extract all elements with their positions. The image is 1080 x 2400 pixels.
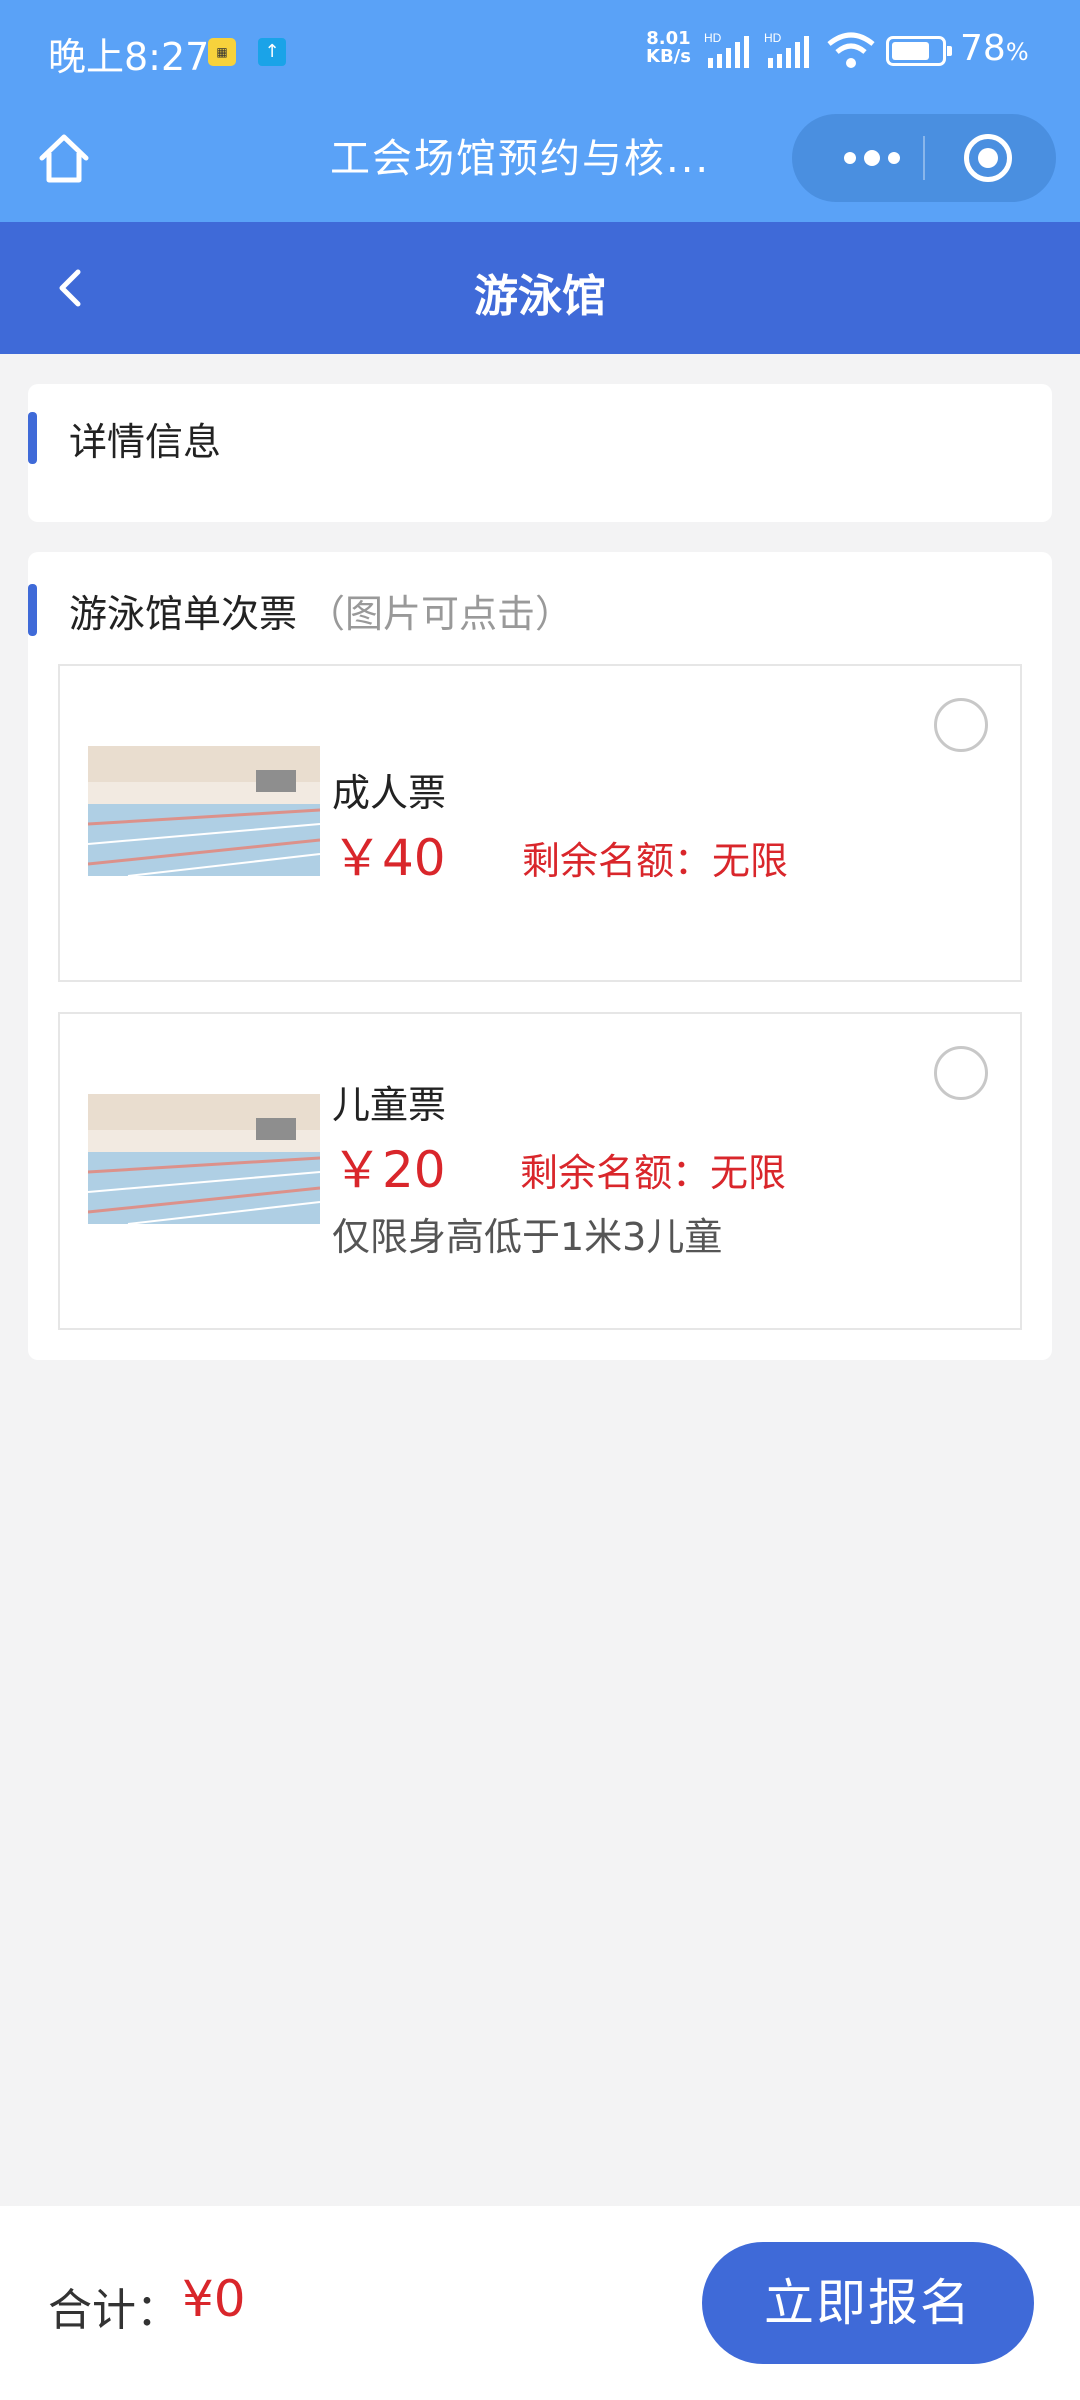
status-time: 晚上8:27 — [48, 35, 210, 79]
page-header: 游泳馆 — [0, 222, 1080, 354]
ticket-price: ￥40 — [332, 829, 446, 887]
ticket-quota: 剩余名额：无限 — [522, 839, 789, 883]
page-title: 游泳馆 — [474, 271, 606, 322]
total-value: ¥0 — [182, 2270, 246, 2328]
ticket-price: ￥20 — [332, 1141, 446, 1199]
details-card: 详情信息 — [28, 384, 1052, 522]
details-title: 详情信息 — [69, 419, 222, 464]
ticket-radio[interactable] — [934, 1046, 988, 1100]
total-label: 合计： — [48, 2285, 180, 2336]
upload-notification-icon: ↑ — [258, 38, 286, 66]
section-accent-bar — [28, 412, 37, 464]
ticket-radio[interactable] — [934, 698, 988, 752]
ticket-item-child[interactable]: 儿童票 ￥20 剩余名额：无限 仅限身高低于1米3儿童 — [58, 1012, 1022, 1330]
capsule-menu — [792, 114, 1056, 202]
bottom-bar: 合计： ¥0 立即报名 — [0, 2206, 1080, 2400]
battery-percent-sign: % — [1005, 38, 1029, 66]
signal-hd-label-2: HD — [764, 32, 782, 45]
net-speed-unit: KB/s — [646, 46, 691, 67]
ticket-image[interactable] — [88, 1094, 320, 1224]
battery-fill — [892, 42, 929, 60]
ticket-item-adult[interactable]: 成人票 ￥40 剩余名额：无限 — [58, 664, 1022, 982]
tickets-title: 游泳馆单次票 — [69, 591, 298, 636]
ticket-quota: 剩余名额：无限 — [520, 1151, 787, 1195]
capsule-divider — [923, 136, 925, 180]
battery-percent-value: 78 — [960, 28, 1006, 69]
status-bar: 晚上8:27 ▦ ↑ 8.01 KB/s HD HD 78% — [0, 0, 1080, 102]
ticket-name: 儿童票 — [332, 1083, 447, 1127]
tickets-section-head: 游泳馆单次票 （图片可点击） — [28, 582, 573, 638]
target-close-icon[interactable] — [964, 134, 1012, 182]
signal-icon: HD — [704, 32, 749, 68]
wifi-icon — [827, 32, 875, 68]
signup-button[interactable]: 立即报名 — [702, 2242, 1034, 2364]
mini-program-nav: 工会场馆预约与核... — [0, 108, 1080, 208]
battery-percent: 78% — [960, 28, 1029, 69]
net-speed: 8.01 KB/s — [646, 30, 691, 66]
battery-icon — [886, 36, 952, 66]
ticket-name: 成人票 — [332, 771, 447, 815]
tickets-hint: （图片可点击） — [307, 591, 574, 636]
details-section-head: 详情信息 — [28, 410, 221, 466]
signal-icon-2: HD — [764, 32, 809, 68]
ticket-image[interactable] — [88, 746, 320, 876]
top-bar: 晚上8:27 ▦ ↑ 8.01 KB/s HD HD 78% 工会场馆预约与核.… — [0, 0, 1080, 222]
tickets-card: 游泳馆单次票 （图片可点击） 成人票 ￥40 剩余名额：无限 儿童票 ￥20 剩… — [28, 552, 1052, 1360]
mini-program-title: 工会场馆预约与核... — [330, 136, 711, 182]
home-icon[interactable] — [34, 128, 94, 188]
more-dots-icon[interactable] — [830, 114, 910, 202]
notification-app-icon: ▦ — [208, 38, 236, 66]
signal-hd-label: HD — [704, 32, 722, 45]
section-accent-bar — [28, 584, 37, 636]
ticket-note: 仅限身高低于1米3儿童 — [332, 1215, 723, 1259]
